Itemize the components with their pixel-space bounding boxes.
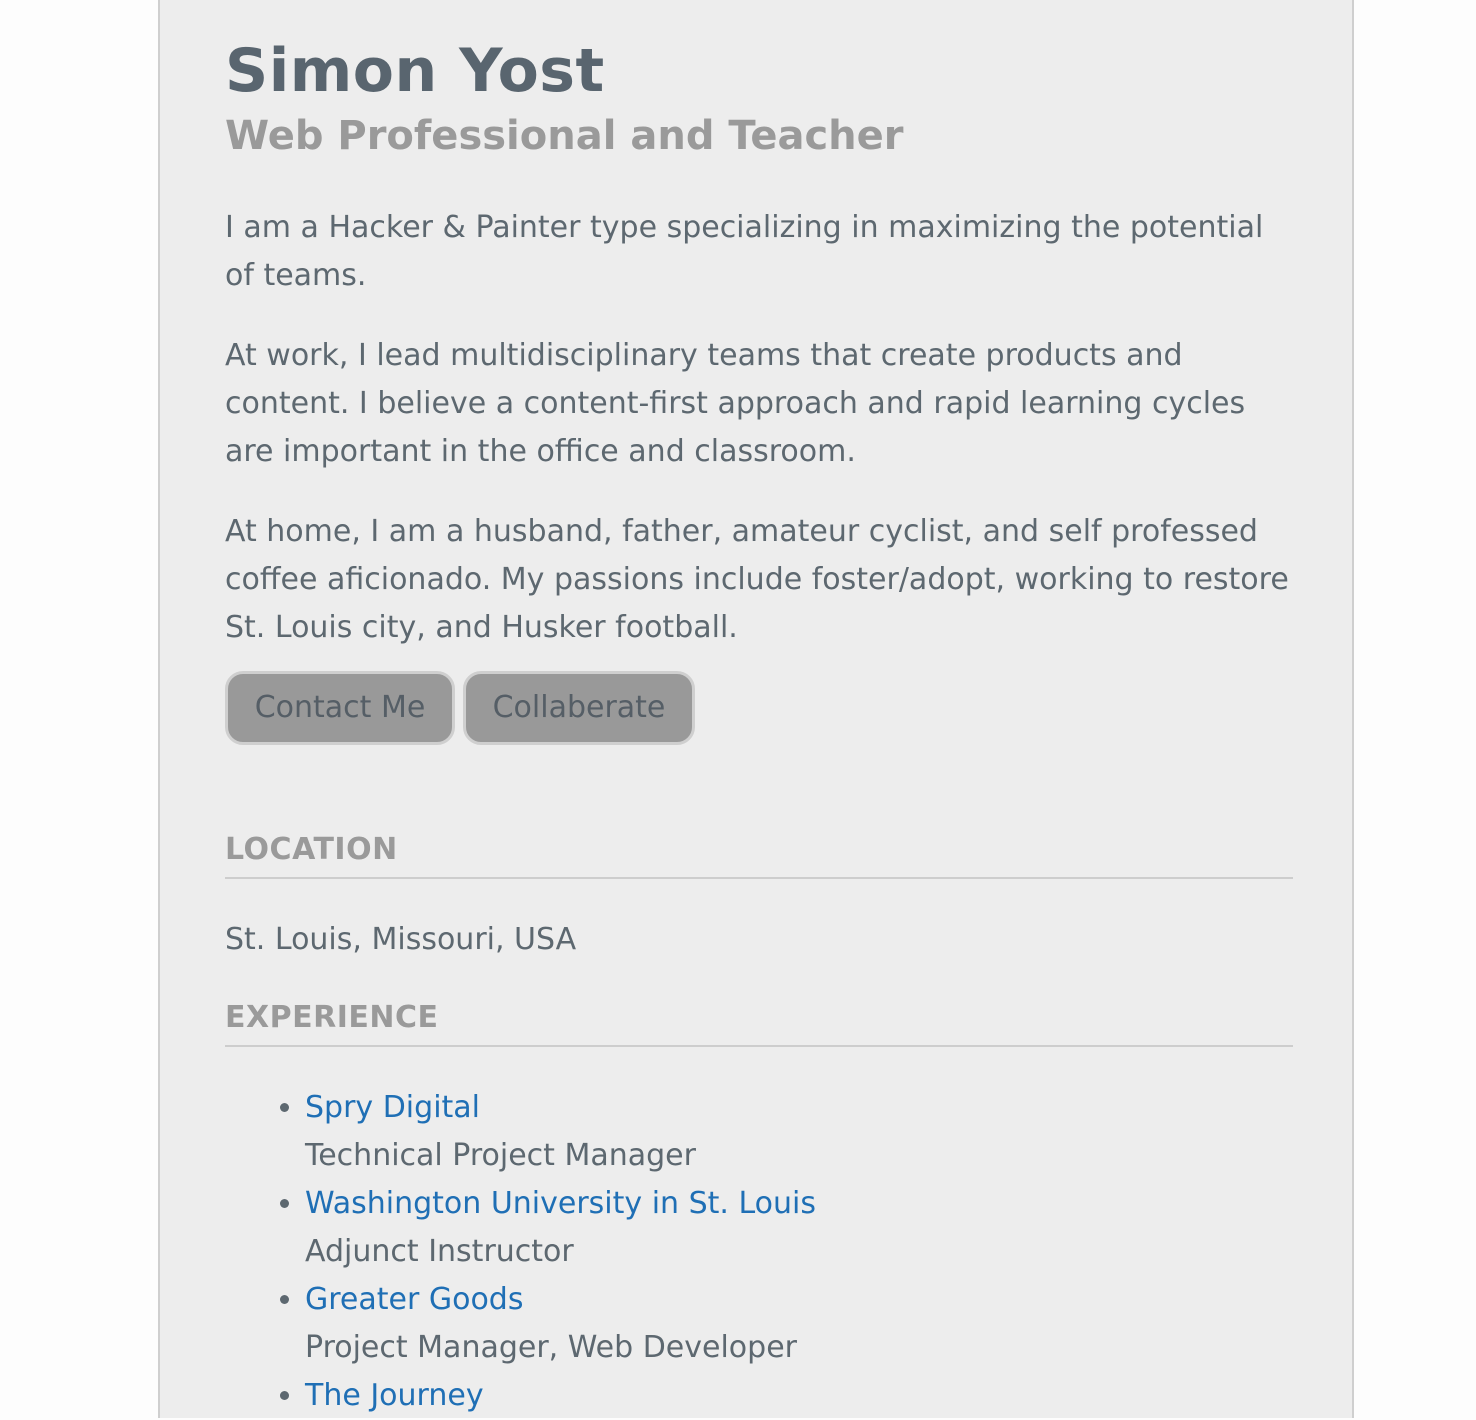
experience-role: Adjunct Instructor [305, 1234, 574, 1269]
experience-role: Project Manager, Web Developer [305, 1330, 797, 1365]
location-value: St. Louis, Missouri, USA [225, 922, 577, 957]
experience-item: Greater Goods Project Manager, Web Devel… [305, 1276, 816, 1372]
experience-item: The Journey [305, 1372, 816, 1420]
experience-list: Spry Digital Technical Project Manager W… [225, 1084, 816, 1420]
collaberate-button[interactable]: Collaberate [463, 671, 695, 745]
experience-company-link[interactable]: Washington University in St. Louis [305, 1180, 816, 1228]
location-heading: LOCATION [225, 832, 1293, 879]
experience-item: Washington University in St. Louis Adjun… [305, 1180, 816, 1276]
experience-heading: EXPERIENCE [225, 1000, 1293, 1047]
profile-name: Simon Yost [225, 36, 605, 106]
experience-item: Spry Digital Technical Project Manager [305, 1084, 816, 1180]
profile-subtitle: Web Professional and Teacher [225, 113, 904, 159]
experience-company-link[interactable]: Greater Goods [305, 1276, 816, 1324]
bio-paragraph-3: At home, I am a husband, father, amateur… [225, 514, 1289, 645]
bio-paragraph-1: I am a Hacker & Painter type specializin… [225, 210, 1264, 293]
profile-card: Simon Yost Web Professional and Teacher … [158, 0, 1354, 1418]
experience-role: Technical Project Manager [305, 1138, 696, 1173]
experience-company-link[interactable]: Spry Digital [305, 1084, 816, 1132]
bio-paragraph-2: At work, I lead multidisciplinary teams … [225, 338, 1246, 469]
contact-me-button[interactable]: Contact Me [225, 671, 455, 745]
experience-company-link[interactable]: The Journey [305, 1372, 816, 1420]
